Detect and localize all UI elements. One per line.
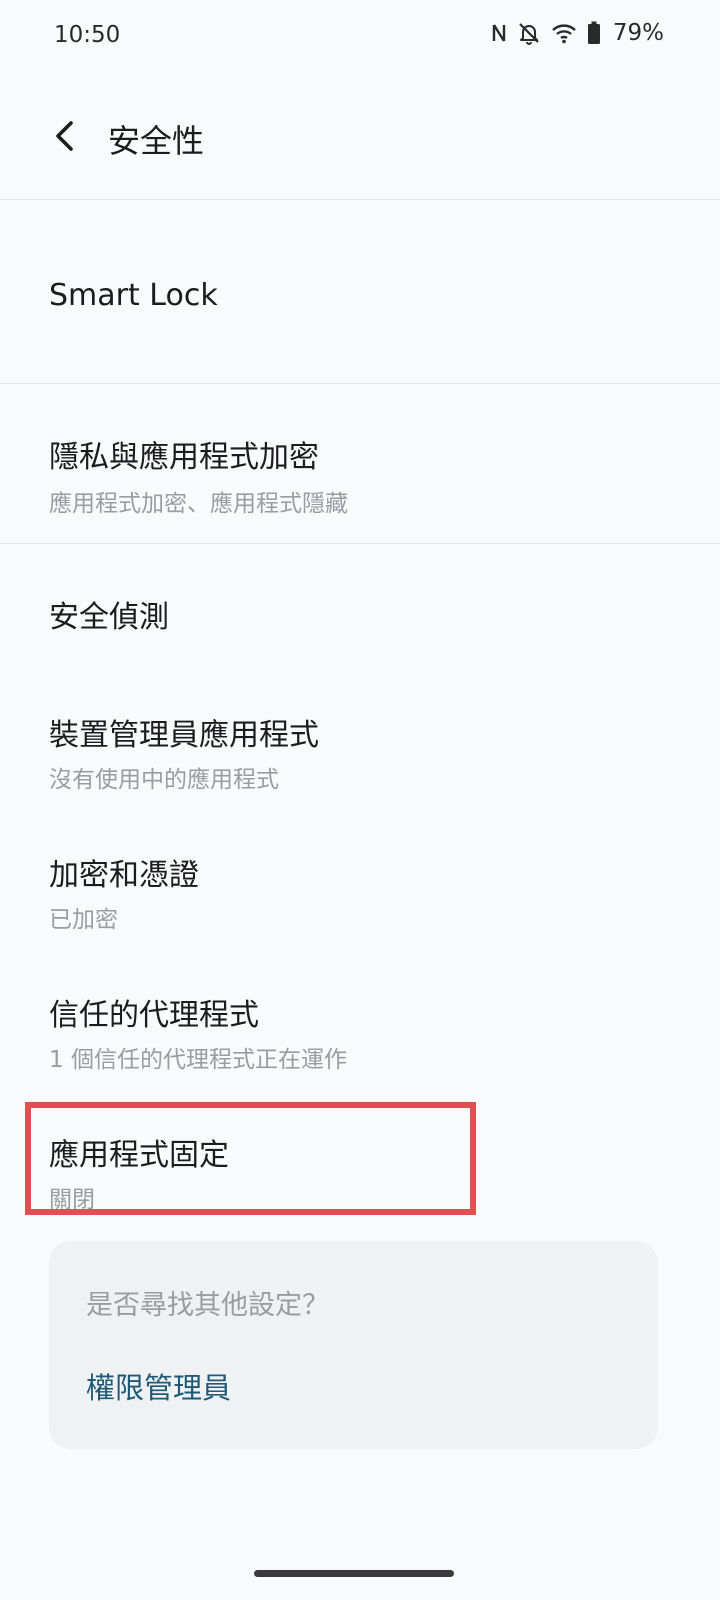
nfc-icon: [491, 22, 507, 44]
settings-item-device-admin-apps[interactable]: 裝置管理員應用程式 沒有使用中的應用程式: [0, 680, 720, 810]
gesture-nav-handle[interactable]: [254, 1570, 454, 1577]
settings-item-title: 裝置管理員應用程式: [49, 718, 319, 753]
battery-percent: 79%: [612, 20, 664, 46]
settings-item-privacy-encryption[interactable]: 隱私與應用程式加密 應用程式加密、應用程式隱藏: [0, 384, 720, 542]
back-arrow-icon: [51, 120, 77, 156]
settings-item-trust-agents[interactable]: 信任的代理程式 1 個信任的代理程式正在運作: [0, 960, 720, 1090]
suggestion-question: 是否尋找其他設定？: [86, 1290, 329, 1321]
settings-item-subtitle: 應用程式加密、應用程式隱藏: [49, 491, 348, 517]
permission-manager-link[interactable]: 權限管理員: [86, 1365, 231, 1407]
wifi-icon: [551, 22, 577, 44]
settings-item-subtitle: 沒有使用中的應用程式: [49, 767, 279, 793]
settings-item-security-detection[interactable]: 安全偵測: [0, 544, 720, 674]
settings-item-subtitle: 1 個信任的代理程式正在運作: [49, 1047, 347, 1073]
suggestion-card: 是否尋找其他設定？ 權限管理員: [49, 1241, 658, 1449]
settings-item-title: Smart Lock: [49, 278, 218, 313]
settings-item-title: 隱私與應用程式加密: [49, 440, 319, 475]
settings-item-title: 信任的代理程式: [49, 998, 259, 1033]
status-time: 10:50: [54, 22, 121, 48]
settings-item-subtitle: 已加密: [49, 907, 118, 933]
settings-item-encryption-credentials[interactable]: 加密和憑證 已加密: [0, 820, 720, 950]
battery-icon: [587, 21, 601, 45]
status-bar: 10:50 79%: [0, 0, 720, 72]
settings-item-title: 加密和憑證: [49, 858, 199, 893]
settings-item-title: 安全偵測: [49, 600, 169, 635]
page-title: 安全性: [108, 122, 205, 160]
status-icons: 79%: [491, 20, 664, 46]
settings-item-subtitle: 關閉: [49, 1187, 95, 1213]
app-bar: 安全性: [0, 96, 720, 180]
settings-item-app-pinning[interactable]: 應用程式固定 關閉: [0, 1100, 720, 1220]
back-button[interactable]: [36, 110, 92, 166]
settings-item-title: 應用程式固定: [49, 1138, 229, 1173]
settings-item-smart-lock[interactable]: Smart Lock: [0, 200, 720, 382]
bell-off-icon: [517, 21, 541, 45]
